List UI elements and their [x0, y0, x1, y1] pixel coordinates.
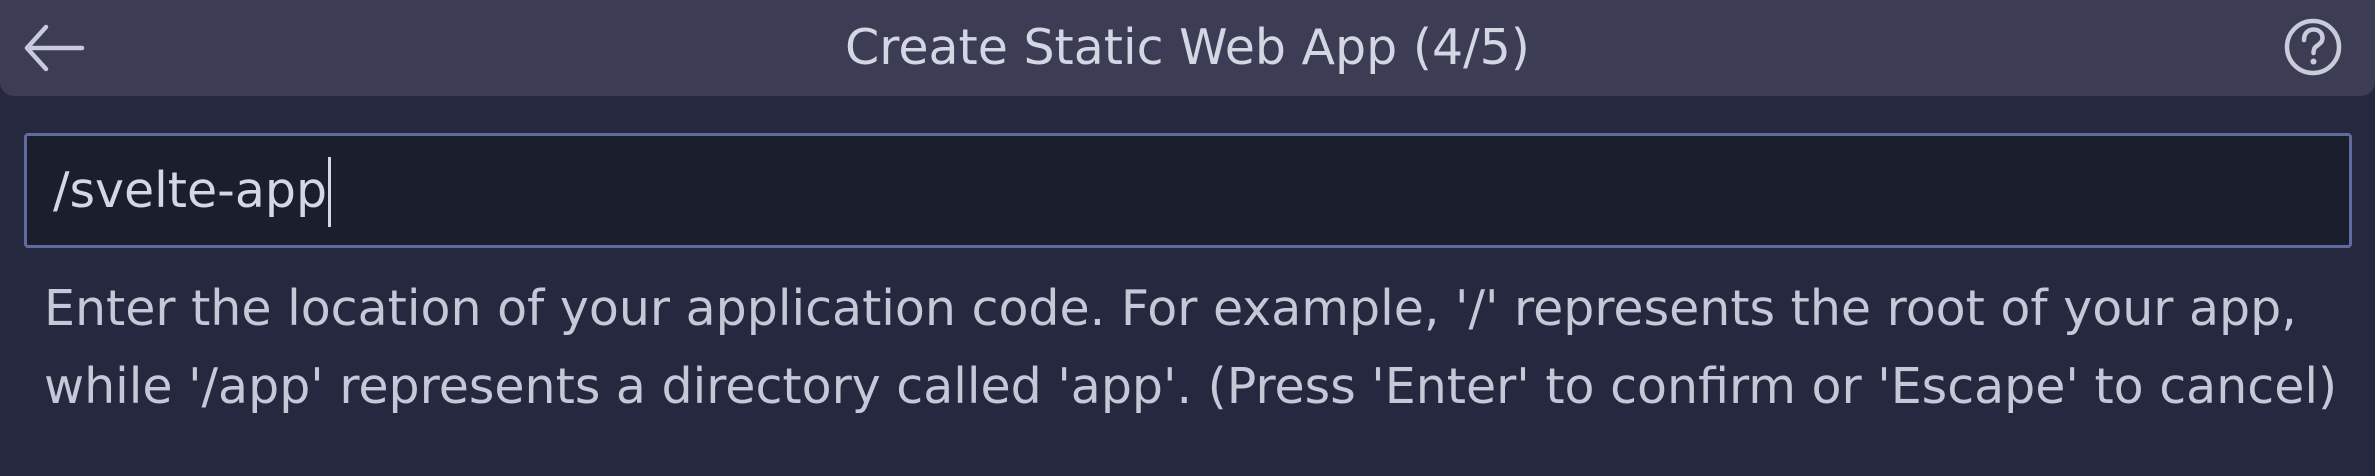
page-title: Create Static Web App (4/5) — [845, 19, 1530, 76]
title-bar: Create Static Web App (4/5) — [0, 0, 2375, 96]
message-line: Enter the location of your application c… — [44, 280, 2297, 337]
input-message: Enter the location of your application c… — [44, 270, 2354, 426]
help-button[interactable] — [2280, 14, 2346, 80]
back-button[interactable] — [22, 18, 86, 78]
location-input[interactable]: /svelte-app — [24, 133, 2352, 248]
question-circle-icon — [2284, 18, 2342, 76]
input-value: /svelte-app — [53, 162, 328, 219]
text-cursor — [328, 156, 332, 227]
message-line: while '/app' represents a directory call… — [44, 358, 2338, 415]
quick-input-widget: Create Static Web App (4/5) /svelte-app … — [0, 0, 2375, 476]
arrow-left-icon — [24, 24, 85, 72]
